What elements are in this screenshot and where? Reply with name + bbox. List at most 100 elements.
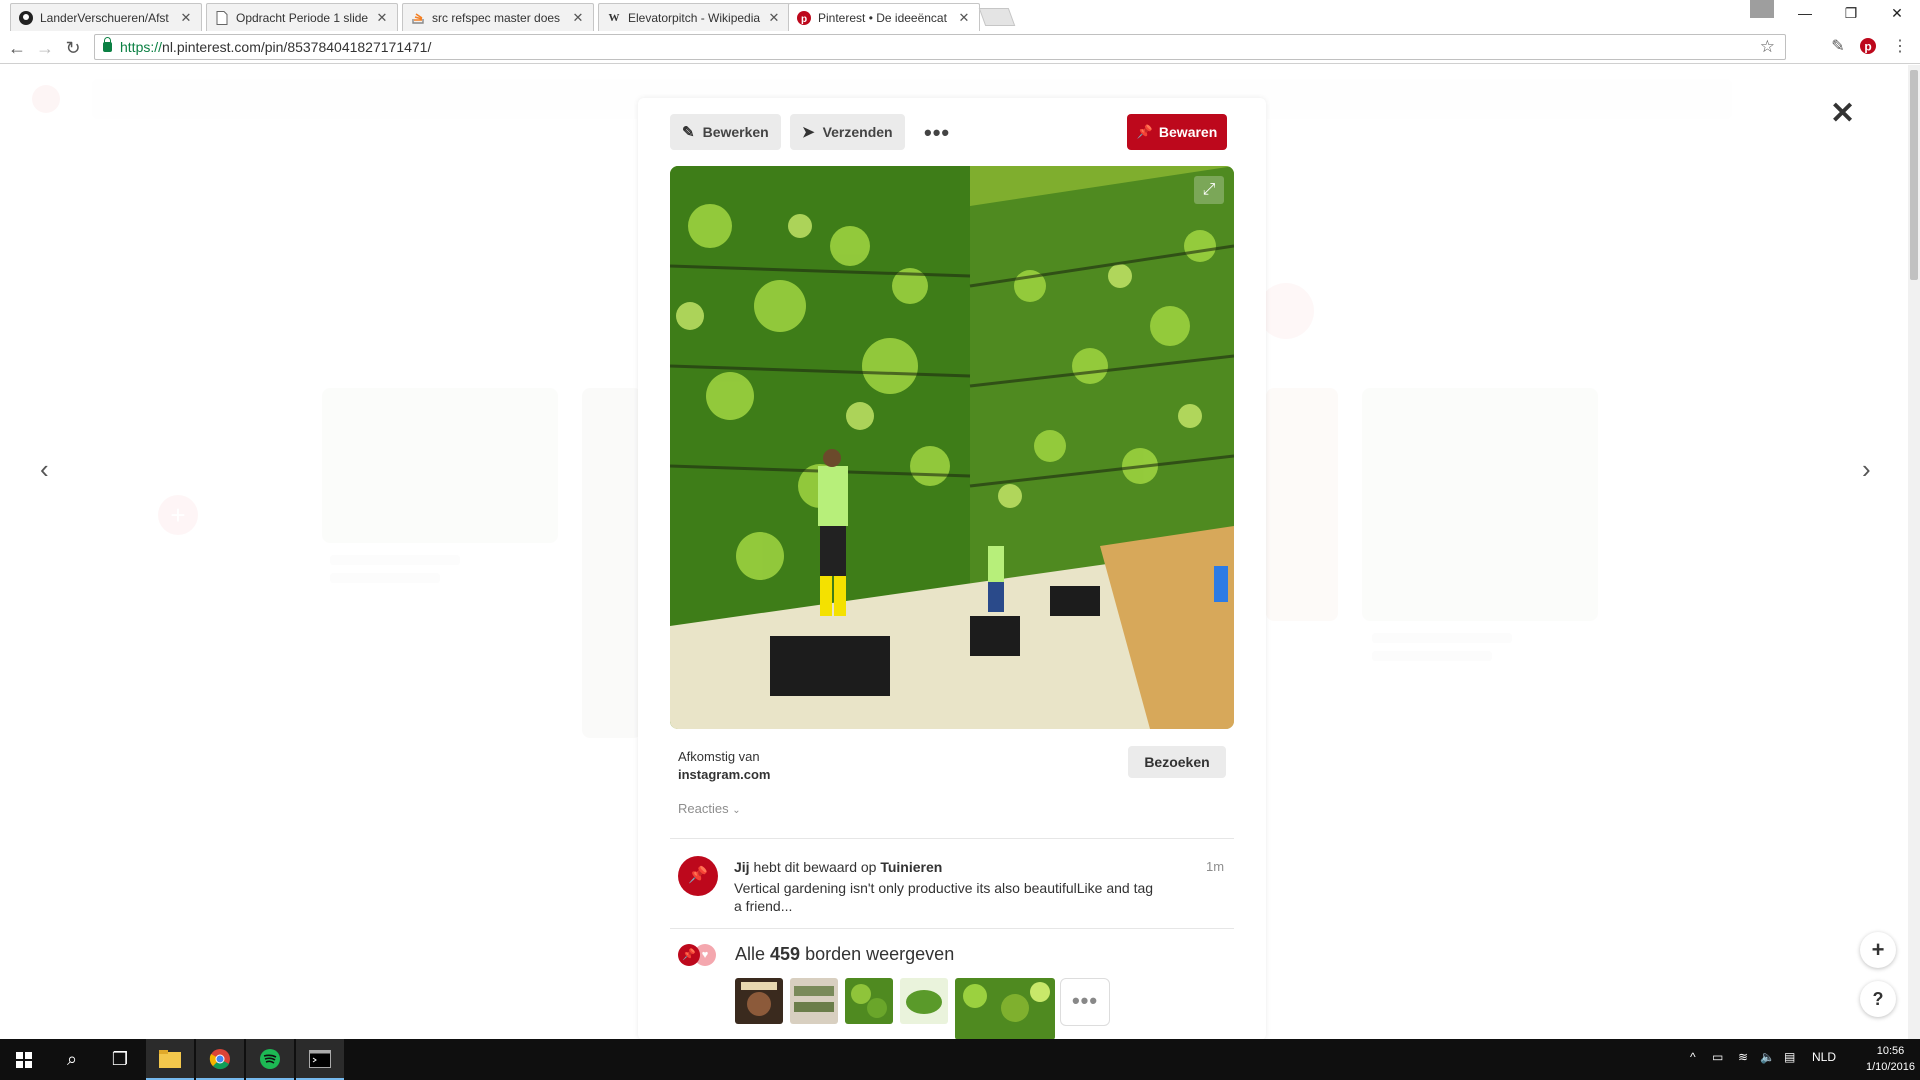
close-tab-icon[interactable]: ✕ <box>179 10 193 26</box>
edit-label: Bewerken <box>702 124 769 140</box>
search-icon[interactable]: ⌕ <box>48 1039 96 1080</box>
paper-plane-icon: ➤ <box>802 124 815 141</box>
divider <box>670 838 1234 839</box>
activity-text: hebt dit bewaard op <box>753 859 877 875</box>
divider <box>670 928 1234 929</box>
svg-text:p: p <box>801 14 807 25</box>
edit-button[interactable]: ✎ Bewerken <box>670 114 781 150</box>
back-arrow-icon[interactable]: ← <box>6 37 28 59</box>
pushpin-icon: 📌 <box>678 944 700 966</box>
close-modal-icon[interactable]: ✕ <box>1830 96 1855 131</box>
pin-activity-avatar-icon: 📌 <box>678 856 718 896</box>
activity-description: Vertical gardening isn't only productive… <box>734 880 1154 914</box>
profile-icon[interactable] <box>1750 0 1774 18</box>
task-view-icon[interactable]: ❐ <box>96 1039 144 1080</box>
browser-tab[interactable]: Opdracht Periode 1 slide ✕ <box>206 3 398 31</box>
source-domain-link[interactable]: instagram.com <box>678 767 770 782</box>
boards-count: 459 <box>770 944 801 964</box>
url-text: nl.pinterest.com/pin/853784041827171471/ <box>162 39 432 55</box>
minimize-icon[interactable]: — <box>1782 0 1828 26</box>
boards-suffix: borden weergeven <box>805 944 955 964</box>
board-thumbnail[interactable] <box>735 978 783 1024</box>
save-label: Bewaren <box>1158 124 1218 140</box>
file-explorer-icon[interactable] <box>146 1039 194 1080</box>
eyedropper-extension-icon[interactable]: ✎ <box>1828 37 1848 57</box>
reload-icon[interactable]: ↻ <box>62 37 84 59</box>
pin-image[interactable]: ⤢ <box>670 166 1234 729</box>
browser-tab-strip: LanderVerschueren/Afst ✕ Opdracht Period… <box>0 0 1920 31</box>
spotify-icon[interactable] <box>246 1039 294 1080</box>
expand-icon[interactable]: ⤢ <box>1194 176 1224 204</box>
boards-icons: 📌 ♥ <box>678 944 722 966</box>
restore-icon[interactable]: ❐ <box>1828 0 1874 26</box>
activity-actor[interactable]: Jij <box>734 859 750 875</box>
add-fab-button[interactable]: + <box>1860 932 1896 968</box>
reactions-toggle[interactable]: Reacties ⌄ <box>678 801 741 816</box>
board-thumbnail[interactable] <box>900 978 948 1024</box>
pushpin-icon: 📌 <box>1136 124 1153 139</box>
wikipedia-icon: W <box>608 11 620 24</box>
clock-date: 1/10/2016 <box>1866 1061 1915 1073</box>
browser-tab[interactable]: LanderVerschueren/Afst ✕ <box>10 3 202 31</box>
reactions-label: Reacties <box>678 801 729 816</box>
board-thumbnail[interactable] <box>845 978 893 1024</box>
pin-closeup-modal: ✎ Bewerken ➤ Verzenden ••• 📌 Bewaren ⤢ A… <box>638 98 1266 1040</box>
activity-time: 1m <box>1206 859 1225 874</box>
boards-thumbnails <box>735 978 1055 1040</box>
window-close-icon[interactable]: ✕ <box>1874 0 1920 26</box>
tray-chevron-up-icon[interactable]: ^ <box>1690 1050 1696 1064</box>
visit-button[interactable]: Bezoeken <box>1128 746 1226 778</box>
volume-icon[interactable]: 🔈 <box>1760 1050 1775 1064</box>
browser-tab[interactable]: src refspec master does ✕ <box>402 3 594 31</box>
github-icon <box>19 10 33 25</box>
bookmark-star-icon[interactable]: ☆ <box>1760 37 1775 57</box>
previous-pin-arrow-icon[interactable]: ‹ <box>40 454 49 485</box>
document-icon <box>215 10 229 25</box>
close-tab-icon[interactable]: ✕ <box>571 10 585 26</box>
view-all-boards-link[interactable]: Alle 459 borden weergeven <box>735 944 954 965</box>
save-button[interactable]: 📌 Bewaren <box>1127 114 1227 150</box>
close-tab-icon[interactable]: ✕ <box>767 10 781 26</box>
language-indicator[interactable]: NLD <box>1812 1050 1836 1064</box>
board-thumbnail[interactable] <box>955 978 1055 1040</box>
source-label: Afkomstig van <box>678 749 760 764</box>
help-fab-button[interactable]: ? <box>1860 981 1896 1017</box>
board-thumbnail[interactable] <box>790 978 838 1024</box>
battery-icon[interactable]: ▭ <box>1712 1050 1723 1064</box>
terminal-icon[interactable] <box>296 1039 344 1080</box>
forward-arrow-icon[interactable]: → <box>34 37 56 59</box>
scrollbar-thumb[interactable] <box>1910 70 1918 280</box>
system-clock[interactable]: 10:56 1/10/2016 <box>1866 1043 1915 1075</box>
tab-title: Pinterest • De ideeëncat <box>818 10 947 25</box>
browser-toolbar: ← → ↻ https:// nl.pinterest.com/pin/8537… <box>0 31 1920 64</box>
pinterest-icon: p <box>797 10 811 25</box>
browser-tab-active[interactable]: p Pinterest • De ideeëncat ✕ <box>788 3 980 31</box>
clock-time: 10:56 <box>1876 1045 1905 1057</box>
tab-title: Opdracht Periode 1 slide <box>236 10 369 25</box>
menu-kebab-icon[interactable]: ⋮ <box>1890 37 1910 57</box>
notification-icon[interactable]: ▤ <box>1784 1050 1795 1064</box>
pinterest-extension-icon[interactable]: p <box>1858 37 1878 57</box>
more-options-button[interactable]: ••• <box>924 120 950 146</box>
send-label: Verzenden <box>822 124 893 140</box>
tab-title: Elevatorpitch - Wikipedia <box>628 10 761 25</box>
browser-tab[interactable]: W Elevatorpitch - Wikipedia ✕ <box>598 3 790 31</box>
close-tab-icon[interactable]: ✕ <box>957 10 971 26</box>
boards-prefix: Alle <box>735 944 766 964</box>
send-button[interactable]: ➤ Verzenden <box>790 114 905 150</box>
chrome-icon[interactable] <box>196 1039 244 1080</box>
address-bar[interactable]: https:// nl.pinterest.com/pin/8537840418… <box>94 34 1786 60</box>
url-scheme: https:// <box>120 39 163 55</box>
svg-text:p: p <box>1864 40 1871 54</box>
new-tab-button[interactable] <box>978 8 1016 26</box>
windows-start-icon[interactable] <box>0 1039 48 1080</box>
stackoverflow-icon <box>411 11 425 25</box>
next-pin-arrow-icon[interactable]: › <box>1862 454 1871 485</box>
more-boards-button[interactable]: ••• <box>1060 978 1110 1026</box>
wifi-icon[interactable]: ≋ <box>1738 1050 1748 1064</box>
close-tab-icon[interactable]: ✕ <box>375 10 389 26</box>
tab-title: LanderVerschueren/Afst <box>40 10 169 25</box>
activity-board-link[interactable]: Tuinieren <box>880 859 942 875</box>
tab-title: src refspec master does <box>432 10 561 25</box>
windows-taskbar: ⌕ ❐ ^ ▭ ≋ 🔈 ▤ NLD 10:56 1/10/2016 <box>0 1039 1920 1080</box>
